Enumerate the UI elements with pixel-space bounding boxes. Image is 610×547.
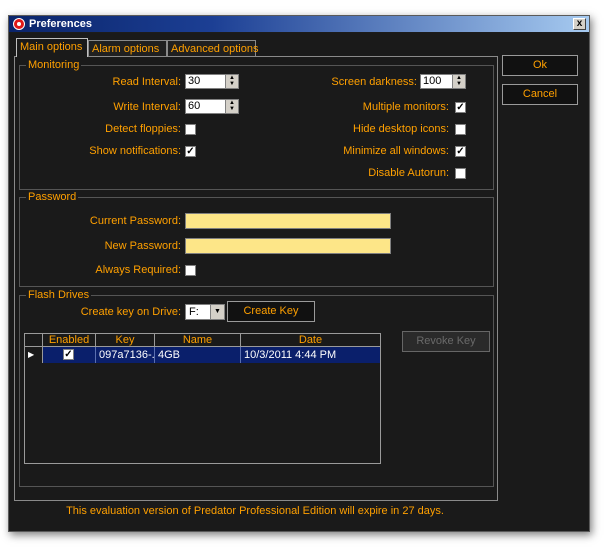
- tab-main-options[interactable]: Main options: [16, 38, 88, 57]
- main-options-panel: Monitoring Read Interval: 30 ▲ ▼ Write In…: [14, 56, 498, 501]
- row-header-column: [25, 334, 43, 347]
- current-password-field[interactable]: [185, 213, 391, 229]
- create-key-on-drive-label: Create key on Drive:: [80, 306, 181, 318]
- close-button[interactable]: x: [573, 18, 586, 30]
- drive-select[interactable]: F: ▼: [185, 304, 225, 320]
- hide-desktop-icons-label: Hide desktop icons:: [353, 123, 449, 135]
- disable-autorun-checkbox[interactable]: [455, 168, 466, 179]
- app-icon: [13, 18, 25, 30]
- show-notifications-label: Show notifications:: [89, 145, 181, 157]
- minimize-all-windows-label: Minimize all windows:: [343, 145, 449, 157]
- tab-advanced-options[interactable]: Advanced options: [167, 40, 258, 56]
- cancel-button[interactable]: Cancel: [502, 84, 578, 105]
- column-name[interactable]: Name: [155, 334, 241, 347]
- keys-table[interactable]: Enabled Key Name Date ▶ ✓ 097a7136-... 4…: [24, 333, 381, 464]
- hide-desktop-icons-checkbox[interactable]: [455, 124, 466, 135]
- show-notifications-checkbox[interactable]: ✓: [185, 146, 196, 157]
- drive-value: F:: [189, 306, 199, 318]
- row-date-cell: 10/3/2011 4:44 PM: [241, 347, 380, 363]
- read-interval-label: Read Interval:: [112, 76, 181, 88]
- read-interval-spinner[interactable]: 30 ▲ ▼: [185, 74, 239, 89]
- row-name-cell: 4GB: [155, 347, 241, 363]
- tab-alarm-options[interactable]: Alarm options: [88, 40, 167, 56]
- read-interval-value: 30: [188, 75, 201, 87]
- ok-button[interactable]: Ok: [502, 55, 578, 76]
- write-interval-spinner[interactable]: 60 ▲ ▼: [185, 99, 239, 114]
- row-enabled-cell[interactable]: ✓: [43, 347, 96, 363]
- write-interval-spin-buttons[interactable]: ▲ ▼: [225, 100, 238, 113]
- column-enabled[interactable]: Enabled: [43, 334, 96, 347]
- screen-darkness-value: 100: [423, 75, 442, 87]
- flash-drives-title: Flash Drives: [26, 289, 92, 302]
- title-bar[interactable]: Preferences x: [9, 16, 589, 32]
- column-key[interactable]: Key: [96, 334, 155, 347]
- create-key-button[interactable]: Create Key: [227, 301, 315, 322]
- chevron-down-icon[interactable]: ▼: [210, 305, 224, 319]
- detect-floppies-checkbox[interactable]: [185, 124, 196, 135]
- preferences-window: Preferences x Main options Alarm options…: [8, 15, 590, 532]
- minimize-all-windows-checkbox[interactable]: ✓: [455, 146, 466, 157]
- password-group: Password Current Password: New Password:…: [19, 191, 494, 287]
- row-enabled-checkbox[interactable]: ✓: [63, 349, 74, 360]
- multiple-monitors-checkbox[interactable]: ✓: [455, 102, 466, 113]
- table-header: Enabled Key Name Date: [25, 334, 380, 347]
- screen-darkness-label: Screen darkness:: [331, 76, 417, 88]
- monitoring-title: Monitoring: [26, 59, 82, 72]
- evaluation-notice: This evaluation version of Predator Prof…: [66, 505, 444, 517]
- write-interval-label: Write Interval:: [113, 101, 181, 113]
- current-password-label: Current Password:: [89, 215, 181, 227]
- table-row[interactable]: ▶ ✓ 097a7136-... 4GB 10/3/2011 4:44 PM: [25, 347, 380, 363]
- read-interval-spin-buttons[interactable]: ▲ ▼: [225, 75, 238, 88]
- screen-darkness-spin-buttons[interactable]: ▲ ▼: [452, 75, 465, 88]
- spin-down-icon[interactable]: ▼: [226, 81, 238, 87]
- revoke-key-button[interactable]: Revoke Key: [402, 331, 490, 352]
- new-password-label: New Password:: [104, 240, 181, 252]
- screen-darkness-spinner[interactable]: 100 ▲ ▼: [420, 74, 466, 89]
- multiple-monitors-label: Multiple monitors:: [362, 101, 449, 113]
- write-interval-value: 60: [188, 100, 201, 112]
- monitoring-group: Monitoring Read Interval: 30 ▲ ▼ Write In…: [19, 59, 494, 190]
- password-title: Password: [26, 191, 79, 204]
- window-title: Preferences: [29, 18, 92, 30]
- row-selector-icon: ▶: [25, 347, 43, 363]
- column-date[interactable]: Date: [241, 334, 380, 347]
- row-key-cell: 097a7136-...: [96, 347, 161, 363]
- always-required-label: Always Required:: [95, 264, 181, 276]
- detect-floppies-label: Detect floppies:: [105, 123, 181, 135]
- spin-down-icon[interactable]: ▼: [226, 106, 238, 112]
- spin-down-icon[interactable]: ▼: [453, 81, 465, 87]
- disable-autorun-label: Disable Autorun:: [368, 167, 449, 179]
- always-required-checkbox[interactable]: [185, 265, 196, 276]
- window-content: Main options Alarm options Advanced opti…: [10, 33, 588, 530]
- new-password-field[interactable]: [185, 238, 391, 254]
